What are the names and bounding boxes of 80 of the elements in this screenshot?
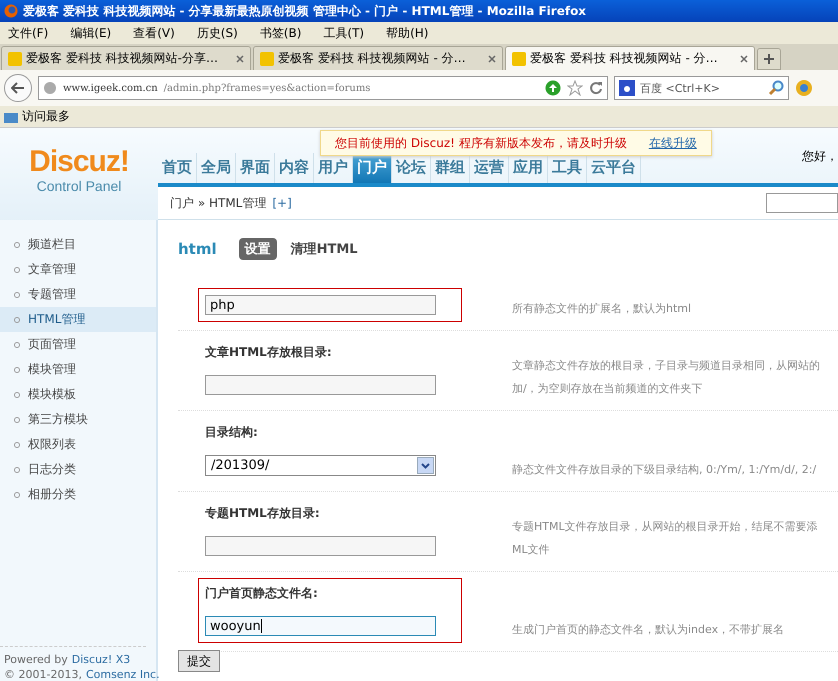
select-field[interactable]: /201309/	[205, 455, 436, 476]
tab-title: 爱极客 爱科技 科技视频网站 - 分…	[278, 50, 467, 67]
breadcrumb: 门户 » HTML管理	[170, 194, 266, 212]
menu-item[interactable]: 书签(B)	[260, 24, 302, 42]
menu-item[interactable]: 历史(S)	[196, 24, 238, 42]
sidebar-item[interactable]: 相册分类	[0, 482, 156, 507]
brand-link[interactable]: Discuz! X3	[72, 653, 130, 666]
url-host: www.igeek.com.cn	[63, 82, 158, 94]
back-button[interactable]	[4, 74, 32, 102]
address-field[interactable]: www.igeek.com.cn /admin.php?frames=yes&action=forums	[38, 76, 608, 100]
field-label: 门户首页静态文件名:	[205, 585, 319, 602]
search-icon[interactable]	[768, 80, 784, 96]
favicon-icon	[8, 52, 22, 66]
favicon-icon	[512, 52, 526, 66]
copyright: © 2001-2013,	[4, 668, 82, 681]
sidebar-item[interactable]: HTML管理	[0, 307, 156, 332]
go-icon[interactable]	[545, 80, 561, 96]
browser-tab[interactable]: 爱极客 爱科技 科技视频网站-分享…	[1, 46, 251, 70]
menu-item[interactable]: 帮助(H)	[386, 24, 428, 42]
tab-title: 爱极客 爱科技 科技视频网站 - 分…	[530, 50, 719, 67]
powered-by: Powered by	[4, 653, 68, 666]
text-field[interactable]	[205, 536, 436, 556]
browser-tab[interactable]: 爱极客 爱科技 科技视频网站 - 分…	[253, 46, 503, 70]
field-hint: 专题HTML文件存放目录，从网站的根目录开始，结尾不需要添	[512, 519, 819, 534]
logo: Discuz!	[29, 146, 129, 178]
logo-subtitle: Control Panel	[36, 178, 122, 194]
bookmark-item[interactable]: 访问最多	[22, 108, 70, 125]
sidebar-item[interactable]: 模块模板	[0, 382, 156, 407]
reload-icon[interactable]	[589, 81, 603, 95]
text-field[interactable]: php	[205, 295, 436, 315]
field-hint: 文章静态文件存放的根目录，子目录与频道目录相同，从网站的	[512, 358, 821, 373]
addon-icon[interactable]	[795, 79, 813, 97]
back-arrow-icon	[11, 82, 25, 94]
field-label: 文章HTML存放根目录:	[205, 344, 333, 361]
firefox-icon	[4, 4, 18, 18]
close-icon[interactable]	[488, 54, 496, 62]
field-hint: 生成门户首页的静态文件名，默认为index，不带扩展名	[512, 622, 786, 637]
menu-item[interactable]: 工具(T)	[323, 24, 364, 42]
search-field[interactable]: 百度 <Ctrl+K>	[614, 76, 789, 100]
new-tab-button[interactable]	[757, 48, 781, 70]
url-path: /admin.php?frames=yes&action=forums	[164, 82, 372, 94]
browser-tab[interactable]: 爱极客 爱科技 科技视频网站 - 分…	[505, 46, 755, 70]
sidebar-item[interactable]: 模块管理	[0, 357, 156, 382]
sidebar-item[interactable]: 第三方模块	[0, 407, 156, 432]
text-field[interactable]: wooyun	[205, 616, 436, 636]
section-title: html	[178, 240, 217, 258]
star-icon[interactable]	[567, 80, 583, 96]
greeting: 您好，	[802, 148, 838, 165]
plus-icon	[764, 54, 774, 64]
favicon-icon	[260, 52, 274, 66]
field-hint: ML文件	[512, 542, 551, 557]
window-title: 爱极客 爱科技 科技视频网站 - 分享最新最热原创视频 管理中心 - 门户 - HTML管理 - Mozilla Firefox	[23, 2, 586, 20]
field-hint: 静态文件文件存放目录的下级目录结构, 0:/Ym/, 1:/Ym/d/, 2:/	[512, 462, 818, 477]
submit-button[interactable]: 提交	[178, 650, 220, 672]
sidebar-item[interactable]: 频道栏目	[0, 232, 156, 257]
upgrade-link[interactable]: 在线升级	[648, 134, 697, 152]
notice-text: 您目前使用的 Discuz! 程序有新版本发布，请及时升级	[335, 134, 627, 152]
section-tab[interactable]: 设置	[238, 238, 277, 260]
close-icon[interactable]	[236, 54, 244, 62]
menu-item[interactable]: 文件(F)	[8, 24, 48, 42]
search-input[interactable]	[766, 193, 838, 214]
tab-title: 爱极客 爱科技 科技视频网站-分享…	[26, 50, 219, 67]
menu-item[interactable]: 编辑(E)	[70, 24, 112, 42]
sidebar-item[interactable]: 页面管理	[0, 332, 156, 357]
add-shortcut-link[interactable]: [+]	[272, 196, 292, 210]
menu-item[interactable]: 查看(V)	[133, 24, 175, 42]
sidebar-item[interactable]: 权限列表	[0, 432, 156, 457]
caret-icon[interactable]	[417, 457, 434, 474]
company-link[interactable]: Comsenz Inc.	[86, 668, 160, 681]
sidebar-item[interactable]: 文章管理	[0, 257, 156, 282]
sidebar-item[interactable]: 日志分类	[0, 457, 156, 482]
text-field[interactable]	[205, 375, 436, 395]
field-label: 目录结构:	[205, 424, 259, 441]
section-tab[interactable]: 清理HTML	[284, 238, 364, 260]
field-hint: 加/，为空则存放在当前频道的文件夹下	[512, 381, 704, 396]
field-hint: 所有静态文件的扩展名，默认为html	[512, 301, 692, 316]
sidebar-item[interactable]: 专题管理	[0, 282, 156, 307]
search-placeholder: 百度 <Ctrl+K>	[640, 80, 721, 96]
field-label: 专题HTML存放目录:	[205, 505, 321, 522]
close-icon[interactable]	[740, 54, 748, 62]
